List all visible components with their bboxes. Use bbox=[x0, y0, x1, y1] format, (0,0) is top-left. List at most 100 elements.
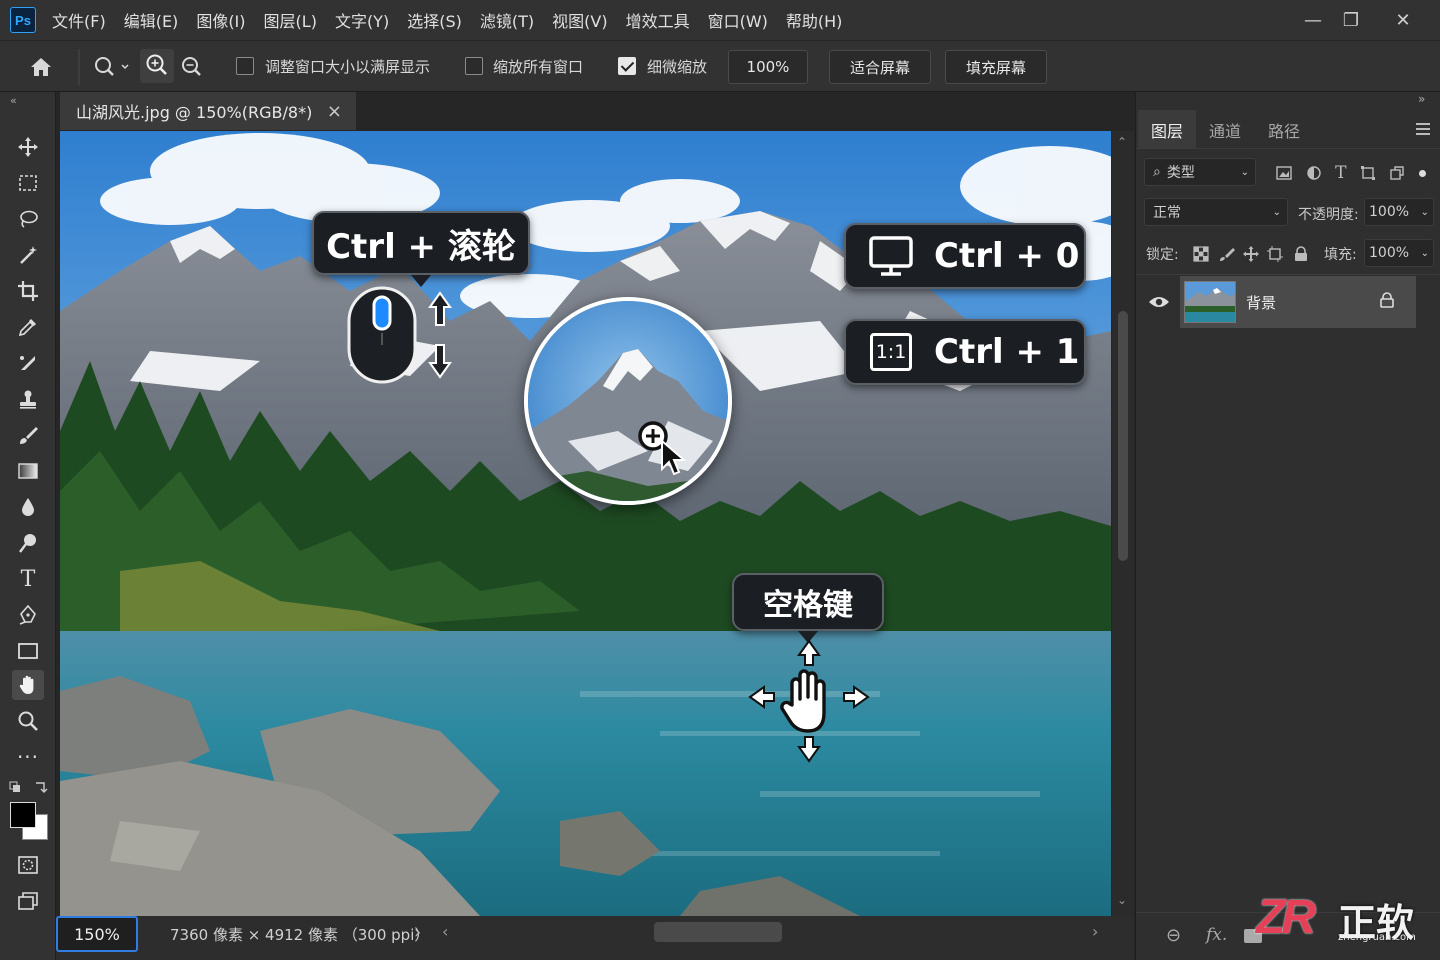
link-layers-icon[interactable]: ⊖ bbox=[1166, 925, 1181, 946]
opacity-value: 100% bbox=[1369, 204, 1410, 220]
layer-filter-select[interactable]: ⌕ 类型 ⌄ bbox=[1144, 158, 1256, 186]
layer-thumbnail bbox=[1184, 281, 1236, 323]
zoom-tool-icon[interactable] bbox=[12, 706, 44, 736]
expand-panel-icon[interactable]: » bbox=[1418, 92, 1425, 106]
type-tool-icon[interactable]: T bbox=[12, 564, 44, 594]
menu-file[interactable]: 文件(F) bbox=[52, 8, 106, 32]
menu-image[interactable]: 图像(I) bbox=[196, 8, 245, 32]
fx-icon[interactable]: fx. bbox=[1206, 925, 1227, 945]
menu-help[interactable]: 帮助(H) bbox=[786, 8, 843, 32]
eye-icon[interactable] bbox=[1148, 294, 1170, 308]
healing-brush-tool-icon[interactable] bbox=[12, 348, 44, 378]
brush-tool-icon[interactable] bbox=[12, 420, 44, 450]
home-icon[interactable] bbox=[28, 54, 54, 80]
status-zoom-field[interactable]: 150% bbox=[56, 916, 138, 952]
layers-panel: » 图层 通道 路径 ⌕ 类型 ⌄ T 正常 ⌄ 不透明度: 100% ⌄ 锁定… bbox=[1135, 92, 1440, 960]
tools-panel: « T ··· bbox=[0, 92, 56, 960]
zoom-cursor-icon bbox=[636, 419, 692, 479]
menu-layer[interactable]: 图层(L) bbox=[264, 8, 317, 32]
zoom-percent-field[interactable]: 100% bbox=[728, 50, 808, 84]
tab-layers[interactable]: 图层 bbox=[1151, 118, 1183, 142]
smart-object-filter-icon[interactable] bbox=[1389, 165, 1405, 181]
stamp-tool-icon[interactable] bbox=[12, 384, 44, 414]
scroll-right-icon[interactable]: › bbox=[1092, 922, 1098, 941]
fit-screen-button[interactable]: 适合屏幕 bbox=[829, 50, 931, 84]
default-colors-icon[interactable] bbox=[8, 780, 48, 796]
screen-mode-icon[interactable] bbox=[12, 886, 44, 916]
pixel-filter-icon[interactable] bbox=[1276, 166, 1292, 180]
lock-label: 锁定: bbox=[1146, 247, 1179, 263]
scroll-up-icon[interactable]: ⌃ bbox=[1117, 135, 1127, 149]
gradient-tool-icon[interactable] bbox=[12, 456, 44, 486]
menu-view[interactable]: 视图(V) bbox=[552, 8, 607, 32]
lock-artboard-icon[interactable] bbox=[1266, 245, 1284, 263]
lock-transparent-icon[interactable] bbox=[1192, 245, 1210, 263]
move-tool-icon[interactable] bbox=[12, 132, 44, 162]
photoshop-window: Ps 文件(F) 编辑(E) 图像(I) 图层(L) 文字(Y) 选择(S) 滤… bbox=[0, 0, 1440, 960]
resize-windows-checkbox[interactable] bbox=[236, 57, 254, 75]
menu-plugins[interactable]: 增效工具 bbox=[626, 8, 690, 32]
close-window-button[interactable]: ✕ bbox=[1380, 0, 1426, 40]
layer-row[interactable]: 背景 bbox=[1180, 276, 1416, 328]
magic-wand-tool-icon[interactable] bbox=[12, 240, 44, 270]
zoom-out-mode-icon[interactable] bbox=[178, 53, 206, 81]
quick-mask-icon[interactable] bbox=[12, 850, 44, 880]
scroll-left-icon[interactable]: ‹ bbox=[442, 922, 448, 941]
dodge-tool-icon[interactable] bbox=[12, 528, 44, 558]
lock-position-icon[interactable] bbox=[1242, 245, 1260, 263]
photoshop-logo: Ps bbox=[10, 7, 36, 33]
blend-mode-select[interactable]: 正常 ⌄ bbox=[1144, 198, 1288, 226]
actual-pixels-callout: 1:1 Ctrl + 1 bbox=[844, 319, 1086, 385]
eyedropper-tool-icon[interactable] bbox=[12, 312, 44, 342]
divider bbox=[1136, 274, 1440, 275]
image-canvas[interactable]: Ctrl + 滚轮 Ctrl + 0 1:1 Ctrl + 1 空格键 bbox=[60, 131, 1111, 916]
mouse-scroll-icon bbox=[346, 285, 456, 385]
adjustment-filter-icon[interactable] bbox=[1306, 165, 1322, 181]
tab-channels[interactable]: 通道 bbox=[1209, 118, 1241, 142]
rectangle-tool-icon[interactable] bbox=[12, 636, 44, 666]
fill-screen-button[interactable]: 填充屏幕 bbox=[945, 50, 1047, 84]
zoom-all-windows-checkbox[interactable] bbox=[465, 57, 483, 75]
vertical-scroll-thumb[interactable] bbox=[1118, 311, 1128, 561]
zoom-preset-icon[interactable] bbox=[92, 54, 132, 80]
crop-tool-icon[interactable] bbox=[12, 276, 44, 306]
lock-pixels-icon[interactable] bbox=[1218, 245, 1236, 263]
blur-tool-icon[interactable] bbox=[12, 492, 44, 522]
type-filter-icon[interactable]: T bbox=[1335, 163, 1346, 183]
scrubby-zoom-checkbox[interactable] bbox=[618, 57, 636, 75]
menu-filter[interactable]: 滤镜(T) bbox=[480, 8, 534, 32]
close-document-icon[interactable]: × bbox=[327, 101, 342, 122]
horizontal-scroll-thumb[interactable] bbox=[654, 922, 782, 942]
lasso-tool-icon[interactable] bbox=[12, 204, 44, 234]
shape-filter-icon[interactable] bbox=[1360, 165, 1376, 181]
hand-tool-icon[interactable] bbox=[12, 670, 44, 700]
menu-type[interactable]: 文字(Y) bbox=[335, 8, 389, 32]
ctrl-wheel-text: Ctrl + 滚轮 bbox=[326, 226, 516, 267]
vertical-scrollbar[interactable]: ⌃ ⌄ bbox=[1112, 131, 1134, 916]
tab-paths[interactable]: 路径 bbox=[1268, 118, 1300, 142]
opacity-field[interactable]: 100% ⌄ bbox=[1364, 198, 1434, 226]
marquee-tool-icon[interactable] bbox=[12, 168, 44, 198]
scroll-down-icon[interactable]: ⌄ bbox=[1117, 893, 1127, 907]
one-to-one-badge: 1:1 bbox=[870, 333, 912, 371]
space-key-callout: 空格键 bbox=[732, 573, 884, 631]
menu-window[interactable]: 窗口(W) bbox=[708, 8, 768, 32]
menu-bar: Ps 文件(F) 编辑(E) 图像(I) 图层(L) 文字(Y) 选择(S) 滤… bbox=[0, 0, 1440, 40]
pen-tool-icon[interactable] bbox=[12, 600, 44, 630]
restore-button[interactable]: ❐ bbox=[1328, 0, 1374, 40]
zoom-in-mode-icon[interactable] bbox=[140, 49, 174, 83]
lock-all-icon[interactable] bbox=[1292, 245, 1310, 263]
collapse-tools-icon[interactable]: « bbox=[10, 94, 17, 107]
foreground-color-swatch[interactable] bbox=[10, 802, 36, 828]
filter-toggle-icon[interactable] bbox=[1419, 169, 1426, 177]
panel-menu-icon[interactable] bbox=[1416, 120, 1430, 135]
document-tab[interactable]: 山湖风光.jpg @ 150%(RGB/8*) × bbox=[60, 92, 356, 130]
fill-field[interactable]: 100% ⌄ bbox=[1364, 239, 1434, 267]
options-bar: 调整窗口大小以满屏显示 缩放所有窗口 细微缩放 100% 适合屏幕 填充屏幕 bbox=[0, 40, 1440, 92]
layer-lock-icon[interactable] bbox=[1380, 292, 1396, 310]
menu-select[interactable]: 选择(S) bbox=[407, 8, 462, 32]
menu-edit[interactable]: 编辑(E) bbox=[124, 8, 179, 32]
status-more-icon[interactable]: › bbox=[414, 922, 421, 943]
pan-hand-icon bbox=[748, 639, 870, 763]
more-tools-icon[interactable]: ··· bbox=[12, 742, 44, 772]
